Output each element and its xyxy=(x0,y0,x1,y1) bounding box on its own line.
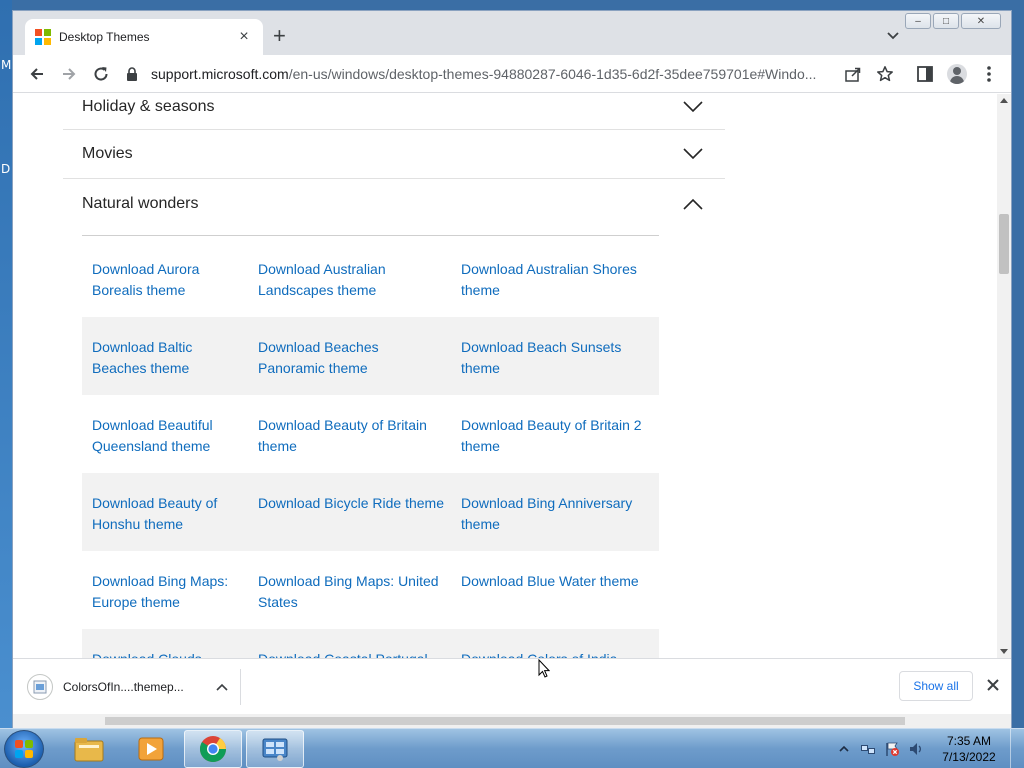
theme-link[interactable]: Download Colors of India xyxy=(461,649,651,658)
minimize-button[interactable]: – xyxy=(905,13,931,29)
close-window-button[interactable]: ✕ xyxy=(961,13,1001,29)
url-path: /en-us/windows/desktop-themes-94880287-6… xyxy=(288,66,817,82)
action-center-flag-icon[interactable] xyxy=(884,741,900,757)
bookmark-star-icon[interactable] xyxy=(875,64,895,84)
theme-link[interactable]: Download Clouds xyxy=(92,649,242,658)
download-file-name: ColorsOfIn....themep... xyxy=(63,680,184,694)
theme-link[interactable]: Download Beach Sunsets theme xyxy=(461,337,651,379)
folder-icon xyxy=(74,738,104,762)
theme-link[interactable]: Download Aurora Borealis theme xyxy=(92,259,242,301)
clock-time: 7:35 AM xyxy=(946,734,992,748)
windows-logo-icon xyxy=(15,740,33,758)
theme-link[interactable]: Download Bing Maps: Europe theme xyxy=(92,571,242,613)
download-shelf: ColorsOfIn....themep... Show all xyxy=(13,658,1011,714)
page-content: Holiday & seasons Movies Natural wonders… xyxy=(13,94,997,658)
chevron-up-icon[interactable] xyxy=(212,683,232,691)
show-hidden-icons-chevron-icon[interactable] xyxy=(836,741,852,757)
theme-link[interactable]: Download Bicycle Ride theme xyxy=(258,493,448,514)
scroll-down-arrow-icon[interactable] xyxy=(1000,649,1008,654)
tab-desktop-themes[interactable]: Desktop Themes × xyxy=(25,19,263,55)
accordion-movies[interactable]: Movies xyxy=(63,130,725,179)
accordion-holiday-seasons[interactable]: Holiday & seasons xyxy=(63,94,725,130)
chevron-down-icon xyxy=(683,101,703,113)
window-controls: – □ ✕ xyxy=(905,13,1001,29)
theme-row: Download Baltic Beaches theme Download B… xyxy=(82,317,659,395)
address-bar[interactable]: support.microsoft.com/en-us/windows/desk… xyxy=(123,59,893,89)
vertical-scrollbar[interactable] xyxy=(997,94,1011,658)
download-item[interactable]: ColorsOfIn....themep... xyxy=(27,669,241,705)
theme-link[interactable]: Download Beautiful Queensland theme xyxy=(92,415,242,457)
new-tab-button[interactable]: + xyxy=(273,25,286,47)
close-icon[interactable] xyxy=(985,677,1001,693)
desktop-icon-label: D xyxy=(1,162,11,176)
volume-speaker-icon[interactable] xyxy=(908,741,924,757)
theme-link[interactable]: Download Bing Maps: United States xyxy=(258,571,448,613)
theme-row: Download Beauty of Honshu theme Download… xyxy=(82,473,659,551)
close-tab-icon[interactable]: × xyxy=(235,28,253,46)
kebab-menu-icon[interactable] xyxy=(979,64,999,84)
browser-toolbar: support.microsoft.com/en-us/windows/desk… xyxy=(13,55,1011,93)
section-divider xyxy=(82,235,659,236)
microsoft-logo-icon xyxy=(35,29,51,45)
horizontal-scrollbar[interactable] xyxy=(13,714,1011,728)
chrome-window: Desktop Themes × + – □ ✕ support.microso… xyxy=(12,10,1012,728)
taskbar-explorer[interactable] xyxy=(60,730,118,768)
accordion-label: Holiday & seasons xyxy=(82,98,215,115)
accordion-label: Natural wonders xyxy=(82,195,199,212)
theme-link[interactable]: Download Bing Anniversary theme xyxy=(461,493,651,535)
theme-row: Download Aurora Borealis theme Download … xyxy=(82,239,659,317)
taskbar-media-player[interactable] xyxy=(122,730,180,768)
show-desktop-button[interactable] xyxy=(1010,729,1024,768)
taskbar-control-panel[interactable] xyxy=(246,730,304,768)
clock-date: 7/13/2022 xyxy=(942,750,996,764)
forward-arrow-icon[interactable] xyxy=(57,62,81,86)
theme-row: Download Beautiful Queensland theme Down… xyxy=(82,395,659,473)
chevron-down-icon xyxy=(683,148,703,160)
media-player-icon xyxy=(138,737,164,761)
theme-link[interactable]: Download Blue Water theme xyxy=(461,571,651,592)
maximize-button[interactable]: □ xyxy=(933,13,959,29)
scrollbar-thumb[interactable] xyxy=(105,717,905,725)
start-button[interactable] xyxy=(4,730,44,768)
control-panel-icon xyxy=(262,738,288,761)
theme-link[interactable]: Download Baltic Beaches theme xyxy=(92,337,242,379)
theme-link[interactable]: Download Australian Shores theme xyxy=(461,259,651,301)
windows-taskbar: 7:35 AM 7/13/2022 xyxy=(0,728,1024,768)
share-icon[interactable] xyxy=(843,64,863,84)
accordion-natural-wonders[interactable]: Natural wonders xyxy=(63,179,725,229)
theme-link[interactable]: Download Coastal Portugal xyxy=(258,649,448,658)
url-host: support.microsoft.com xyxy=(151,66,289,82)
lock-icon[interactable] xyxy=(123,67,141,81)
theme-link[interactable]: Download Beaches Panoramic theme xyxy=(258,337,448,379)
chrome-icon xyxy=(199,736,227,763)
scrollbar-thumb[interactable] xyxy=(999,214,1009,274)
profile-avatar-icon[interactable] xyxy=(947,64,967,84)
show-all-button[interactable]: Show all xyxy=(899,671,973,701)
accordion-label: Movies xyxy=(82,145,133,162)
tab-title: Desktop Themes xyxy=(59,30,150,44)
back-arrow-icon[interactable] xyxy=(25,62,49,86)
theme-link[interactable]: Download Beauty of Britain theme xyxy=(258,415,448,457)
scroll-up-arrow-icon[interactable] xyxy=(1000,98,1008,103)
url-text: support.microsoft.com/en-us/windows/desk… xyxy=(151,66,841,82)
side-panel-icon[interactable] xyxy=(915,64,935,84)
theme-link[interactable]: Download Beauty of Honshu theme xyxy=(92,493,242,535)
reload-icon[interactable] xyxy=(89,62,113,86)
tab-search-chevron-icon[interactable] xyxy=(885,27,901,43)
taskbar-chrome[interactable] xyxy=(184,730,242,768)
mouse-cursor-icon xyxy=(538,659,550,678)
theme-link[interactable]: Download Australian Landscapes theme xyxy=(258,259,448,301)
taskbar-clock[interactable]: 7:35 AM 7/13/2022 xyxy=(934,733,1004,765)
network-icon[interactable] xyxy=(860,741,876,757)
system-tray: 7:35 AM 7/13/2022 xyxy=(832,729,1024,768)
theme-row: Download Clouds Download Coastal Portuga… xyxy=(82,629,659,658)
chevron-up-icon xyxy=(683,198,703,210)
theme-link[interactable]: Download Beauty of Britain 2 theme xyxy=(461,415,651,457)
desktop-background xyxy=(0,0,12,728)
theme-file-icon xyxy=(27,674,53,700)
theme-row: Download Bing Maps: Europe theme Downloa… xyxy=(82,551,659,629)
tab-strip: Desktop Themes × + – □ ✕ xyxy=(13,11,1011,55)
desktop-icon-label: M xyxy=(1,58,12,72)
